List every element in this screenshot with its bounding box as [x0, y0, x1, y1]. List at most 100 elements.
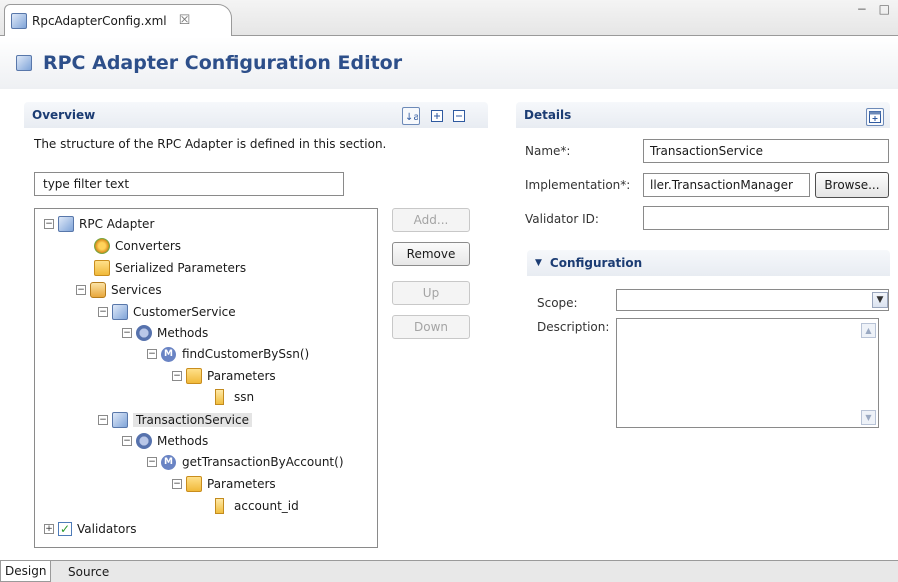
- editor-title: RPC Adapter Configuration Editor: [43, 52, 403, 74]
- rpc-adapter-icon: [11, 12, 27, 29]
- tree-node-label: Parameters: [207, 369, 276, 383]
- scope-label: Scope:: [537, 296, 578, 310]
- tree-node-label: Methods: [157, 326, 209, 340]
- tree-node-label: Converters: [115, 239, 182, 253]
- maximize-details-icon[interactable]: [866, 108, 884, 126]
- tree-node-label: RPC Adapter: [79, 217, 155, 231]
- expand-all-icon[interactable]: [428, 107, 446, 125]
- collapse-toggle-icon[interactable]: −: [147, 457, 157, 467]
- tab-design[interactable]: Design: [0, 561, 52, 582]
- add-button[interactable]: Add...: [392, 208, 470, 232]
- validators-icon: ✓: [58, 522, 72, 536]
- tree-node-label: CustomerService: [133, 305, 236, 319]
- tree-node-rpc-adapter[interactable]: − RPC Adapter: [44, 214, 154, 234]
- tree-node-methods[interactable]: − Methods: [122, 431, 208, 451]
- scroll-up-icon[interactable]: ▲: [861, 323, 876, 338]
- collapse-toggle-icon[interactable]: −: [76, 285, 86, 295]
- sort-alphabetically-icon[interactable]: ↓a: [402, 107, 420, 125]
- tree-filter-input[interactable]: type filter text: [34, 172, 344, 196]
- tree-node-label: ssn: [234, 390, 255, 404]
- validator-id-field[interactable]: [643, 206, 889, 230]
- method-icon: M: [161, 346, 176, 362]
- expand-toggle-icon[interactable]: +: [44, 524, 54, 534]
- folder-icon: [186, 368, 202, 384]
- scroll-down-icon[interactable]: ▼: [861, 410, 876, 425]
- close-icon[interactable]: ☒: [179, 13, 191, 28]
- description-textarea[interactable]: [616, 318, 879, 428]
- name-field[interactable]: TransactionService: [643, 139, 889, 163]
- tab-source[interactable]: Source: [64, 561, 113, 582]
- tree-node-parameters[interactable]: − Parameters: [172, 366, 276, 386]
- editor-tab-label: RpcAdapterConfig.xml: [32, 13, 167, 28]
- tree-node-parameter[interactable]: ssn: [215, 387, 254, 407]
- tree-node-serialized-parameters[interactable]: Serialized Parameters: [94, 258, 246, 278]
- tree-node-validators[interactable]: + ✓ Validators: [44, 519, 137, 539]
- services-icon: [90, 282, 106, 298]
- implementation-label: Implementation*:: [525, 178, 631, 192]
- tree-node-label: Services: [111, 283, 162, 297]
- tree-node-label: getTransactionByAccount(): [182, 455, 344, 469]
- implementation-field[interactable]: ller.TransactionManager: [643, 173, 810, 197]
- service-icon: [112, 304, 128, 320]
- folder-icon: [94, 260, 110, 276]
- rpc-adapter-icon: [58, 216, 74, 232]
- chevron-down-icon[interactable]: ▼: [872, 292, 888, 308]
- tree-node-customerservice[interactable]: − CustomerService: [98, 302, 236, 322]
- tree-node-label: Serialized Parameters: [115, 261, 247, 275]
- collapse-toggle-icon[interactable]: −: [172, 371, 182, 381]
- rpc-adapter-icon: [16, 55, 32, 71]
- structure-tree[interactable]: − RPC Adapter Converters Serialized Para…: [34, 208, 378, 548]
- tree-node-label: Validators: [77, 522, 137, 536]
- editor-tab-rpcadapterconfig[interactable]: RpcAdapterConfig.xml ☒: [4, 4, 232, 36]
- service-icon: [112, 412, 128, 428]
- collapse-toggle-icon[interactable]: −: [98, 307, 108, 317]
- tree-node-label: Methods: [157, 434, 209, 448]
- collapse-toggle-icon[interactable]: −: [172, 479, 182, 489]
- tree-node-label: findCustomerBySsn(): [182, 347, 310, 361]
- down-button[interactable]: Down: [392, 315, 470, 339]
- tree-node-label: Parameters: [207, 477, 276, 491]
- tree-node-label: account_id: [234, 499, 299, 513]
- overview-title: Overview: [32, 108, 96, 122]
- parameter-icon: [215, 389, 224, 405]
- details-section-header: Details: [516, 102, 890, 128]
- converters-icon: [94, 238, 110, 254]
- tree-node-method[interactable]: − M getTransactionByAccount(): [147, 452, 344, 472]
- tree-node-parameter[interactable]: account_id: [215, 496, 299, 516]
- configuration-title: Configuration: [549, 256, 643, 270]
- tree-node-methods[interactable]: − Methods: [122, 323, 208, 343]
- methods-icon: [136, 433, 152, 449]
- editor-header: RPC Adapter Configuration Editor: [0, 37, 898, 89]
- tree-node-transactionservice[interactable]: − TransactionService: [98, 410, 252, 430]
- svg-text:↓a: ↓a: [405, 112, 418, 123]
- editor-tab-bar: RpcAdapterConfig.xml ☒ − □: [0, 0, 898, 36]
- collapse-toggle-icon[interactable]: −: [44, 219, 54, 229]
- page-tab-bar: Design Source: [0, 560, 898, 582]
- details-title: Details: [524, 108, 572, 122]
- collapse-toggle-icon[interactable]: −: [122, 328, 132, 338]
- collapse-toggle-icon[interactable]: −: [122, 436, 132, 446]
- remove-button[interactable]: Remove: [392, 242, 470, 266]
- scope-select[interactable]: [616, 289, 889, 311]
- configuration-section-header[interactable]: ▼ Configuration: [527, 250, 890, 276]
- browse-button[interactable]: Browse...: [815, 172, 889, 198]
- tree-node-services[interactable]: − Services: [76, 280, 162, 300]
- tree-node-converters[interactable]: Converters: [94, 236, 181, 256]
- description-label: Description:: [537, 320, 610, 334]
- parameter-icon: [215, 498, 224, 514]
- method-icon: M: [161, 454, 176, 470]
- collapse-toggle-icon[interactable]: −: [98, 415, 108, 425]
- collapse-all-icon[interactable]: [450, 107, 468, 125]
- window-controls[interactable]: − □: [857, 2, 894, 16]
- validator-id-label: Validator ID:: [525, 212, 599, 226]
- tree-node-method[interactable]: − M findCustomerBySsn(): [147, 344, 309, 364]
- tree-node-parameters[interactable]: − Parameters: [172, 474, 276, 494]
- methods-icon: [136, 325, 152, 341]
- name-label: Name*:: [525, 144, 571, 158]
- overview-description: The structure of the RPC Adapter is defi…: [34, 137, 387, 151]
- tree-node-label: TransactionService: [133, 413, 252, 427]
- up-button[interactable]: Up: [392, 281, 470, 305]
- folder-icon: [186, 476, 202, 492]
- collapse-triangle-icon: ▼: [535, 258, 542, 268]
- collapse-toggle-icon[interactable]: −: [147, 349, 157, 359]
